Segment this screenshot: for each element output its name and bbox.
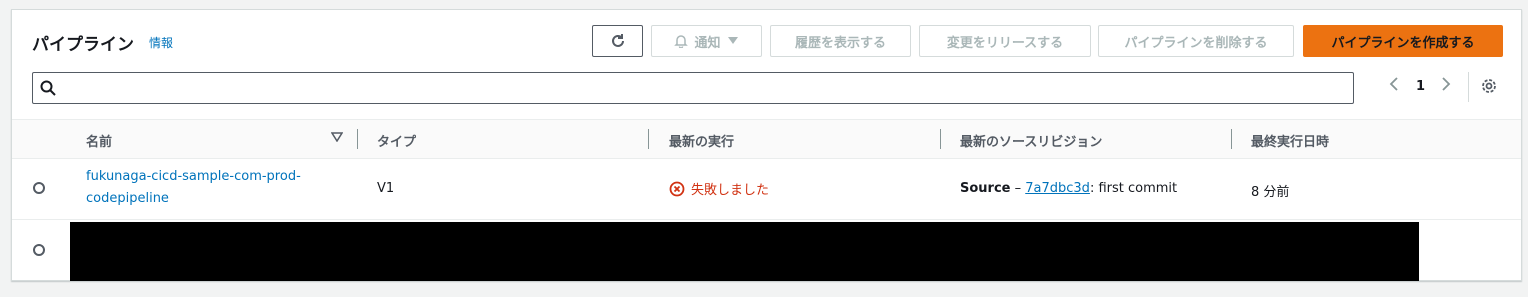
view-history-button[interactable]: 履歴を表示する — [770, 25, 911, 57]
notify-label: 通知 — [694, 35, 721, 51]
column-header-latest-source-revision[interactable]: 最新のソースリビジョン — [960, 131, 1102, 150]
chevron-right-icon — [1442, 77, 1451, 91]
source-revision: Source – 7a7dbc3d: first commit — [960, 181, 1177, 196]
redacted-row-content — [70, 222, 1419, 281]
column-header-name[interactable]: 名前 — [86, 131, 112, 150]
page-title: パイプライン — [32, 35, 134, 55]
search-icon — [40, 80, 56, 96]
row-select-radio[interactable] — [33, 182, 45, 194]
pipeline-name-line1: fukunaga-cicd-sample-com-prod- — [86, 169, 301, 184]
preferences-button[interactable] — [1480, 77, 1498, 99]
source-dash: – — [1010, 181, 1026, 196]
caret-down-icon — [727, 37, 738, 44]
table-row — [12, 220, 1521, 282]
commit-link[interactable]: 7a7dbc3d — [1025, 181, 1090, 196]
page-number[interactable]: 1 — [1416, 79, 1425, 94]
refresh-icon — [611, 34, 624, 47]
sort-descending-icon[interactable] — [331, 132, 343, 142]
chevron-left-icon — [1389, 77, 1398, 91]
pager-divider — [1468, 72, 1469, 102]
column-divider[interactable] — [940, 129, 941, 149]
delete-pipeline-button[interactable]: パイプラインを削除する — [1098, 25, 1294, 57]
commit-message: : first commit — [1089, 181, 1178, 196]
search-input[interactable] — [63, 77, 1347, 101]
notify-button[interactable]: 通知 — [651, 25, 762, 57]
search-box[interactable] — [32, 72, 1354, 104]
pipeline-name-link[interactable]: fukunaga-cicd-sample-com-prod- codepipel… — [86, 169, 301, 206]
source-label: Source — [960, 181, 1011, 196]
pipeline-name-line2: codepipeline — [86, 191, 169, 206]
info-link[interactable]: 情報 — [149, 34, 173, 51]
next-page-button[interactable] — [1441, 76, 1451, 96]
column-divider[interactable] — [357, 129, 358, 149]
last-executed-time: 8 分前 — [1251, 185, 1290, 200]
error-icon — [669, 181, 685, 196]
row-select-radio[interactable] — [33, 244, 45, 256]
table-row: fukunaga-cicd-sample-com-prod- codepipel… — [12, 158, 1521, 220]
refresh-button[interactable] — [592, 25, 643, 57]
execution-status: 失敗しました — [669, 179, 769, 198]
column-divider[interactable] — [1231, 129, 1232, 149]
column-header-last-executed[interactable]: 最終実行日時 — [1251, 131, 1329, 150]
table-header: 名前 タイプ 最新の実行 最新のソースリビジョン 最終実行日時 — [12, 119, 1521, 159]
column-header-type[interactable]: タイプ — [377, 131, 416, 150]
pipeline-type: V1 — [377, 181, 395, 196]
gear-icon — [1482, 79, 1496, 93]
column-divider[interactable] — [648, 129, 649, 149]
execution-status-label: 失敗しました — [691, 183, 770, 198]
release-change-button[interactable]: 変更をリリースする — [919, 25, 1091, 57]
bell-icon — [674, 35, 689, 48]
previous-page-button[interactable] — [1389, 76, 1399, 96]
pipeline-name-cell: fukunaga-cicd-sample-com-prod- codepipel… — [86, 166, 301, 210]
pipelines-panel: パイプライン 情報 通知 履歴を表示する 変更をリリースする パイプラインを削除… — [11, 9, 1522, 281]
column-header-latest-execution[interactable]: 最新の実行 — [669, 131, 734, 150]
create-pipeline-button[interactable]: パイプラインを作成する — [1303, 25, 1503, 57]
